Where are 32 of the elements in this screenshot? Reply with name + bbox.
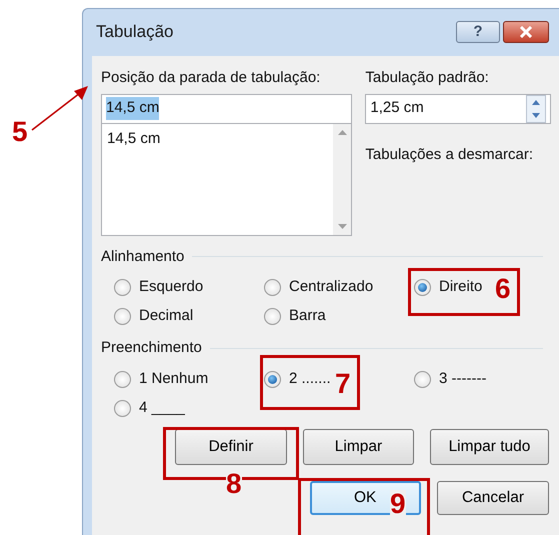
field-label: Tabulações a desmarcar: (365, 144, 534, 164)
close-button[interactable] (503, 21, 549, 43)
dialog-button[interactable]: Cancelar (437, 480, 549, 514)
dialog-button[interactable]: Limpar tudo (430, 428, 549, 464)
radio-option[interactable]: Decimal (114, 306, 194, 327)
scrollbar[interactable] (333, 124, 352, 234)
scroll-down-icon[interactable] (338, 224, 347, 228)
radio-option[interactable]: Direito (414, 277, 482, 298)
callout-arrow (30, 83, 90, 133)
field-label: Posição da parada de tabulação: (101, 68, 322, 88)
radio-option[interactable]: Centralizado (264, 277, 374, 298)
radio-option[interactable]: 3 ------- (414, 368, 486, 390)
tab-position-field[interactable]: 14,5 cm (101, 94, 352, 124)
window-title: Tabulação (96, 21, 174, 44)
list-item[interactable]: 14,5 cm (107, 128, 328, 150)
scroll-up-icon[interactable] (338, 130, 347, 134)
radio-option[interactable]: Barra (264, 306, 326, 327)
radio-option[interactable]: 2 ....... (264, 368, 331, 390)
tab-stops-list[interactable]: 14,5 cm (101, 124, 352, 236)
spin-buttons[interactable] (526, 94, 546, 122)
field-label: Tabulação padrão: (365, 68, 490, 88)
radio-option[interactable]: 1 Nenhum (114, 368, 208, 390)
radio-option[interactable]: Esquerdo (114, 277, 204, 298)
help-button[interactable]: ? (456, 21, 500, 43)
close-icon (519, 26, 533, 38)
group-label: Alinhamento (101, 246, 184, 266)
group-label: Preenchimento (101, 338, 202, 358)
radio-option[interactable]: 4 ____ (114, 398, 185, 418)
callout-number: 9 (390, 490, 406, 518)
default-tabs-field[interactable]: 1,25 cm (365, 94, 551, 124)
dialog-button[interactable]: Limpar (303, 428, 414, 464)
dialog-button[interactable]: Definir (175, 428, 287, 464)
